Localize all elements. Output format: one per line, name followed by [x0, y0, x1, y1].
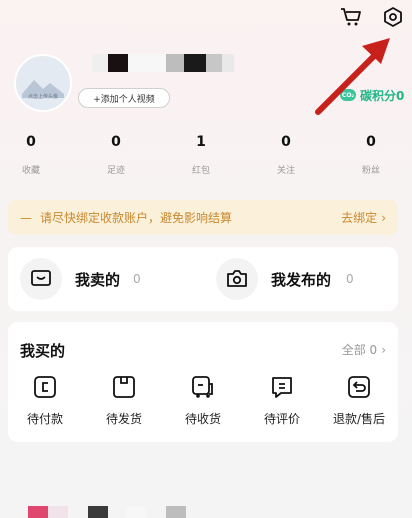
- bind-account-notice[interactable]: — 请尽快绑定收款账户，避免影响结算 去绑定 ›: [8, 200, 398, 235]
- pending-payment-icon: [34, 376, 56, 398]
- selling-card: 我卖的 0 我发布的 0: [8, 247, 398, 311]
- bought-title: 我买的: [20, 342, 66, 360]
- stat-value: 0: [26, 134, 36, 150]
- carbon-icon: CO₂: [340, 89, 356, 101]
- stat-label: 足迹: [106, 166, 125, 176]
- order-pending-payment[interactable]: 待付款: [14, 374, 76, 427]
- chevron-right-icon: ›: [381, 210, 386, 225]
- bought-all-link[interactable]: 全部 0 ›: [342, 341, 386, 358]
- sold-count: 0: [133, 272, 141, 286]
- order-label: 待付款: [26, 412, 63, 426]
- carbon-points[interactable]: CO₂ 碳积分0: [340, 85, 404, 105]
- stat-red-packets[interactable]: 1 红包: [176, 134, 226, 176]
- avatar-placeholder-icon: [22, 80, 64, 98]
- stat-favorites[interactable]: 0 收藏: [6, 134, 56, 176]
- bought-card: 我买的 全部 0 › 待付款 待发货 待收货 待评价 退款/售后: [8, 322, 398, 442]
- order-refund[interactable]: 退款/售后: [328, 374, 390, 427]
- stat-footprints[interactable]: 0 足迹: [91, 134, 141, 176]
- settings-icon[interactable]: [380, 4, 406, 30]
- avatar-caption: 点击上传头像: [27, 94, 58, 100]
- stat-value: 0: [281, 134, 291, 150]
- pending-shipment-icon: [113, 376, 135, 398]
- published-label[interactable]: 我发布的: [271, 269, 331, 290]
- stat-value: 0: [366, 134, 376, 150]
- bought-all-label: 全部 0: [341, 343, 378, 357]
- pending-receipt-icon: [192, 376, 213, 398]
- order-label: 待评价: [263, 412, 300, 426]
- stat-label: 收藏: [21, 166, 40, 176]
- refund-icon: [348, 376, 370, 398]
- notice-dash-icon: —: [20, 210, 32, 225]
- notice-action[interactable]: 去绑定: [341, 209, 377, 226]
- notice-text: 请尽快绑定收款账户，避免影响结算: [40, 211, 233, 225]
- pending-review-icon: [272, 377, 292, 398]
- sold-label[interactable]: 我卖的: [75, 269, 120, 290]
- order-pending-review[interactable]: 待评价: [251, 374, 313, 427]
- sold-icon: [20, 258, 62, 300]
- order-pending-shipment[interactable]: 待发货: [93, 374, 155, 427]
- stat-following[interactable]: 0 关注: [261, 134, 311, 176]
- order-label: 待收货: [184, 412, 221, 426]
- stat-followers[interactable]: 0 粉丝: [346, 134, 396, 176]
- stat-label: 关注: [276, 166, 295, 176]
- stat-value: 0: [111, 134, 121, 150]
- stat-label: 红包: [191, 166, 210, 176]
- published-count: 0: [346, 272, 354, 286]
- order-label: 待发货: [105, 412, 142, 426]
- published-icon: [216, 258, 258, 300]
- carbon-points-label: 碳积分0: [360, 88, 405, 103]
- stat-label: 粉丝: [361, 166, 380, 176]
- order-pending-receipt[interactable]: 待收货: [172, 374, 234, 427]
- avatar[interactable]: 点击上传头像: [14, 54, 72, 112]
- add-video-button[interactable]: +添加个人视频: [78, 88, 170, 108]
- cart-icon[interactable]: [338, 4, 364, 30]
- order-label: 退款/售后: [332, 412, 386, 426]
- chevron-right-icon: ›: [381, 342, 386, 357]
- stat-value: 1: [196, 134, 206, 150]
